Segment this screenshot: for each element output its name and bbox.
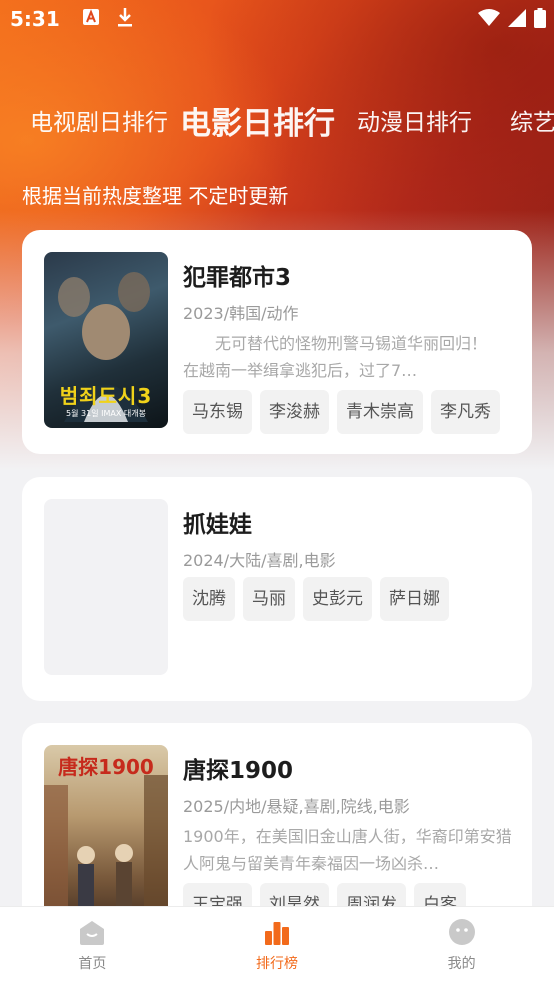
status-bar: 5:31	[0, 0, 554, 38]
cast-tag[interactable]: 沈腾	[183, 577, 235, 621]
tab-variety[interactable]: 综艺	[510, 103, 554, 137]
battery-icon	[534, 8, 546, 32]
page-subtitle: 根据当前热度整理 不定时更新	[22, 184, 289, 208]
movie-description: 无可替代的怪物刑警马锡道华丽回归！ 在越南一举缉拿逃犯后，过了7…	[183, 334, 513, 380]
font-notification-icon	[82, 8, 100, 30]
bar-chart-icon	[265, 922, 289, 945]
cast-tag[interactable]: 李浚赫	[260, 390, 329, 434]
cast-tag[interactable]: 李凡秀	[431, 390, 500, 434]
signal-icon	[508, 9, 526, 31]
bottom-nav: 首页 排行榜 我的	[0, 906, 554, 984]
nav-ranking-label: 排行榜	[256, 956, 298, 972]
movie-poster-placeholder	[44, 499, 168, 675]
nav-home[interactable]: 首页	[0, 907, 185, 984]
tab-anime-daily[interactable]: 动漫日排行	[357, 103, 472, 137]
nav-profile-label: 我的	[447, 956, 476, 972]
nav-ranking[interactable]: 排行榜	[185, 907, 370, 984]
nav-profile[interactable]: 我的	[369, 907, 554, 984]
cast-tag[interactable]: 萨日娜	[380, 577, 449, 621]
cast-tag[interactable]: 马丽	[243, 577, 295, 621]
cast-tag[interactable]: 史彭元	[303, 577, 372, 621]
movie-meta: 2024/大陆/喜剧,电影	[183, 551, 336, 570]
movie-title: 唐探1900	[183, 758, 294, 784]
cast-tag[interactable]: 马东锡	[183, 390, 252, 434]
movie-meta: 2025/内地/悬疑,喜剧,院线,电影	[183, 797, 410, 816]
tab-movie-daily[interactable]: 电影日排行	[180, 98, 335, 143]
cast-tag[interactable]: 青木崇高	[337, 390, 423, 434]
home-icon	[80, 921, 105, 945]
download-icon	[116, 6, 134, 32]
poster-title: 唐探1900	[58, 755, 154, 779]
tab-tv-daily[interactable]: 电视剧日排行	[30, 103, 168, 137]
cast-tags: 沈腾 马丽 史彭元 萨日娜	[183, 577, 449, 621]
movie-card[interactable]: 抓娃娃 2024/大陆/喜剧,电影 沈腾 马丽 史彭元 萨日娜	[22, 477, 532, 701]
movie-card[interactable]: 범죄도시3 5월 31일 IMAX 대개봉 犯罪都市3 2023/韩国/动作 无…	[22, 230, 532, 454]
movie-poster: 唐探1900	[44, 745, 168, 921]
movie-title: 犯罪都市3	[183, 265, 292, 291]
wifi-icon	[478, 9, 500, 31]
movie-meta: 2023/韩国/动作	[183, 304, 299, 323]
movie-title: 抓娃娃	[183, 512, 252, 538]
status-time: 5:31	[10, 7, 60, 31]
nav-home-label: 首页	[78, 956, 107, 972]
cast-tags: 马东锡 李浚赫 青木崇高 李凡秀	[183, 390, 500, 434]
face-icon	[448, 919, 475, 945]
category-tabs: 电视剧日排行 电影日排行 动漫日排行 综艺	[0, 90, 554, 150]
poster-caption: 5월 31일 IMAX 대개봉	[66, 409, 146, 418]
movie-description: 1900年，在美国旧金山唐人街，华裔印第安猎人阿鬼与留美青年秦福因一场凶杀…	[183, 827, 512, 873]
poster-title: 범죄도시3	[59, 384, 153, 408]
movie-poster: 범죄도시3 5월 31일 IMAX 대개봉	[44, 252, 168, 428]
